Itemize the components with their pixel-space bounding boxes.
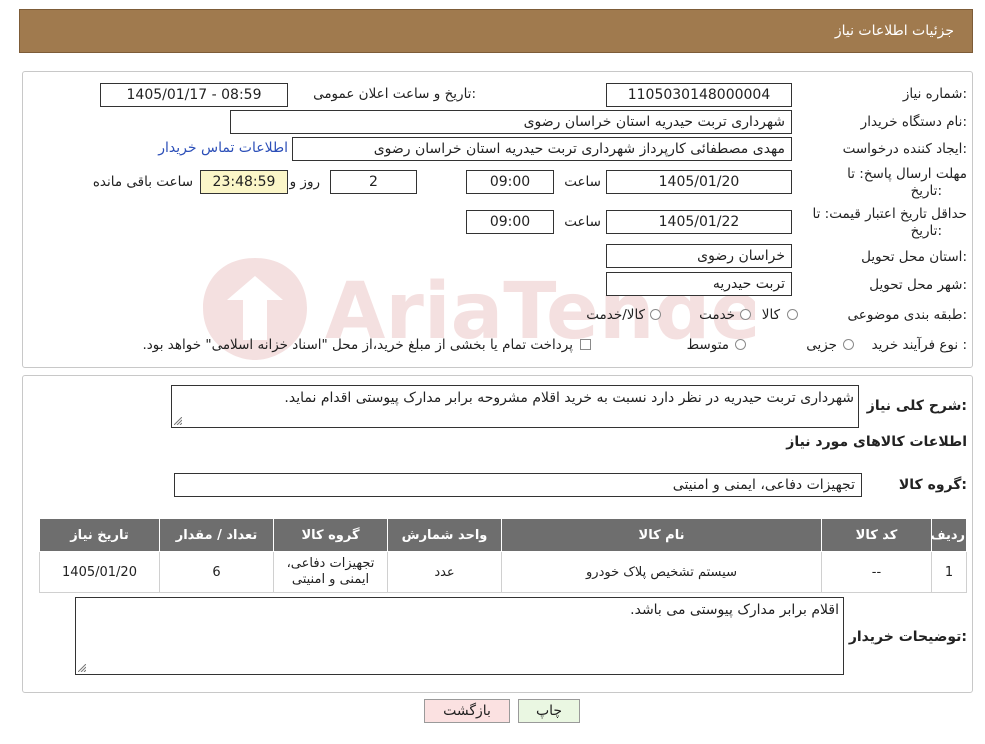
column-header: ردیف <box>930 518 967 552</box>
page-header: جزئیات اطلاعات نیاز <box>19 9 973 53</box>
category-service-label: خدمت <box>699 307 735 323</box>
need-number-label: شماره نیاز: <box>902 86 967 102</box>
table-cell: 1405/01/20 <box>39 551 160 593</box>
table-cell: تجهیزات دفاعی، ایمنی و امنیتی <box>273 551 388 593</box>
process-label: نوع فرآیند خرید : <box>871 337 967 353</box>
page-title: جزئیات اطلاعات نیاز <box>834 23 954 39</box>
validity-label-date: تاریخ: <box>910 223 942 239</box>
need-number-field: 1105030148000004 <box>606 83 792 107</box>
creator-label: ایجاد کننده درخواست: <box>842 141 967 157</box>
buyer-notes-label: توضیحات خریدار: <box>848 629 967 645</box>
category-service-radio[interactable] <box>740 309 751 320</box>
city-label: شهر محل تحویل: <box>869 277 967 293</box>
deadline-time-label: ساعت <box>564 174 601 190</box>
category-goods-service-radio[interactable] <box>650 309 661 320</box>
table-cell: سیستم تشخیص پلاک خودرو <box>501 551 822 593</box>
process-note: پرداخت تمام یا بخشی از مبلغ خرید،از محل … <box>142 337 573 353</box>
validity-time-label: ساعت <box>564 214 601 230</box>
description-text: شهرداری تربت حیدریه در نظر دارد نسبت به … <box>284 390 854 406</box>
process-minor-label: جزیی <box>806 337 837 353</box>
items-table-wrapper: ردیف کد کالا نام کالا واحد شمارش گروه کا… <box>39 518 967 593</box>
column-header: تعداد / مقدار <box>159 518 274 552</box>
remaining-time-label: ساعت باقی مانده <box>92 174 193 190</box>
buyer-notes-textarea[interactable]: اقلام برابر مدارک پیوستی می باشد. <box>75 597 844 675</box>
province-field: خراسان رضوی <box>606 244 792 268</box>
process-medium-label: متوسط <box>686 337 729 353</box>
description-label: شرح کلی نیاز: <box>866 398 967 414</box>
category-goods-radio[interactable] <box>787 309 798 320</box>
process-minor-radio[interactable] <box>843 339 854 350</box>
validity-label: حداقل تاریخ اعتبار قیمت: تا <box>812 206 967 222</box>
deadline-label-date: تاریخ: <box>910 183 942 199</box>
column-header: واحد شمارش <box>387 518 502 552</box>
column-header: گروه کالا <box>273 518 388 552</box>
goods-group-label: گروه کالا: <box>898 477 967 493</box>
city-field: تربت حیدریه <box>606 272 792 296</box>
validity-date-field: 1405/01/22 <box>606 210 792 234</box>
description-textarea[interactable]: شهرداری تربت حیدریه در نظر دارد نسبت به … <box>171 385 859 428</box>
print-button[interactable]: چاپ <box>518 699 580 723</box>
category-goods-service-label: کالا/خدمت <box>586 307 645 323</box>
process-medium-radio[interactable] <box>735 339 746 350</box>
column-header: نام کالا <box>501 518 822 552</box>
announce-field: 1405/01/17 - 08:59 <box>100 83 288 107</box>
validity-time-field: 09:00 <box>466 210 554 234</box>
resize-handle-icon[interactable] <box>174 417 182 425</box>
table-cell: 1 <box>931 551 967 593</box>
deadline-label: مهلت ارسال پاسخ: تا <box>847 166 967 182</box>
remaining-days-label: روز و <box>289 174 320 190</box>
buyer-org-label: نام دستگاه خریدار: <box>860 114 967 130</box>
table-cell: 6 <box>159 551 274 593</box>
table-header-row: ردیف کد کالا نام کالا واحد شمارش گروه کا… <box>39 518 967 552</box>
buyer-notes-text: اقلام برابر مدارک پیوستی می باشد. <box>630 602 839 618</box>
resize-handle-icon[interactable] <box>78 664 86 672</box>
deadline-date-field: 1405/01/20 <box>606 170 792 194</box>
remaining-days-field: 2 <box>330 170 417 194</box>
process-treasury-checkbox[interactable] <box>580 339 591 350</box>
column-header: تاریخ نیاز <box>39 518 160 552</box>
items-table: ردیف کد کالا نام کالا واحد شمارش گروه کا… <box>39 518 967 593</box>
category-goods-label: کالا <box>761 307 780 323</box>
goods-section-title: اطلاعات کالاهای مورد نیاز <box>786 434 967 450</box>
category-label: طبقه بندی موضوعی: <box>847 307 967 323</box>
column-header: کد کالا <box>821 518 932 552</box>
deadline-time-field: 09:00 <box>466 170 554 194</box>
table-cell: عدد <box>387 551 502 593</box>
announce-label: تاریخ و ساعت اعلان عمومی: <box>313 86 476 102</box>
table-row: 1 -- سیستم تشخیص پلاک خودرو عدد تجهیزات … <box>39 551 967 593</box>
table-cell: -- <box>821 551 932 593</box>
remaining-time-field: 23:48:59 <box>200 170 288 194</box>
creator-field: مهدی مصطفائی کارپرداز شهرداری تربت حیدری… <box>292 137 792 161</box>
buyer-org-field: شهرداری تربت حیدریه استان خراسان رضوی <box>230 110 792 134</box>
buyer-contact-link[interactable]: اطلاعات تماس خریدار <box>158 140 288 156</box>
back-button[interactable]: بازگشت <box>424 699 510 723</box>
province-label: استان محل تحویل: <box>861 249 967 265</box>
goods-group-field: تجهیزات دفاعی، ایمنی و امنیتی <box>174 473 862 497</box>
